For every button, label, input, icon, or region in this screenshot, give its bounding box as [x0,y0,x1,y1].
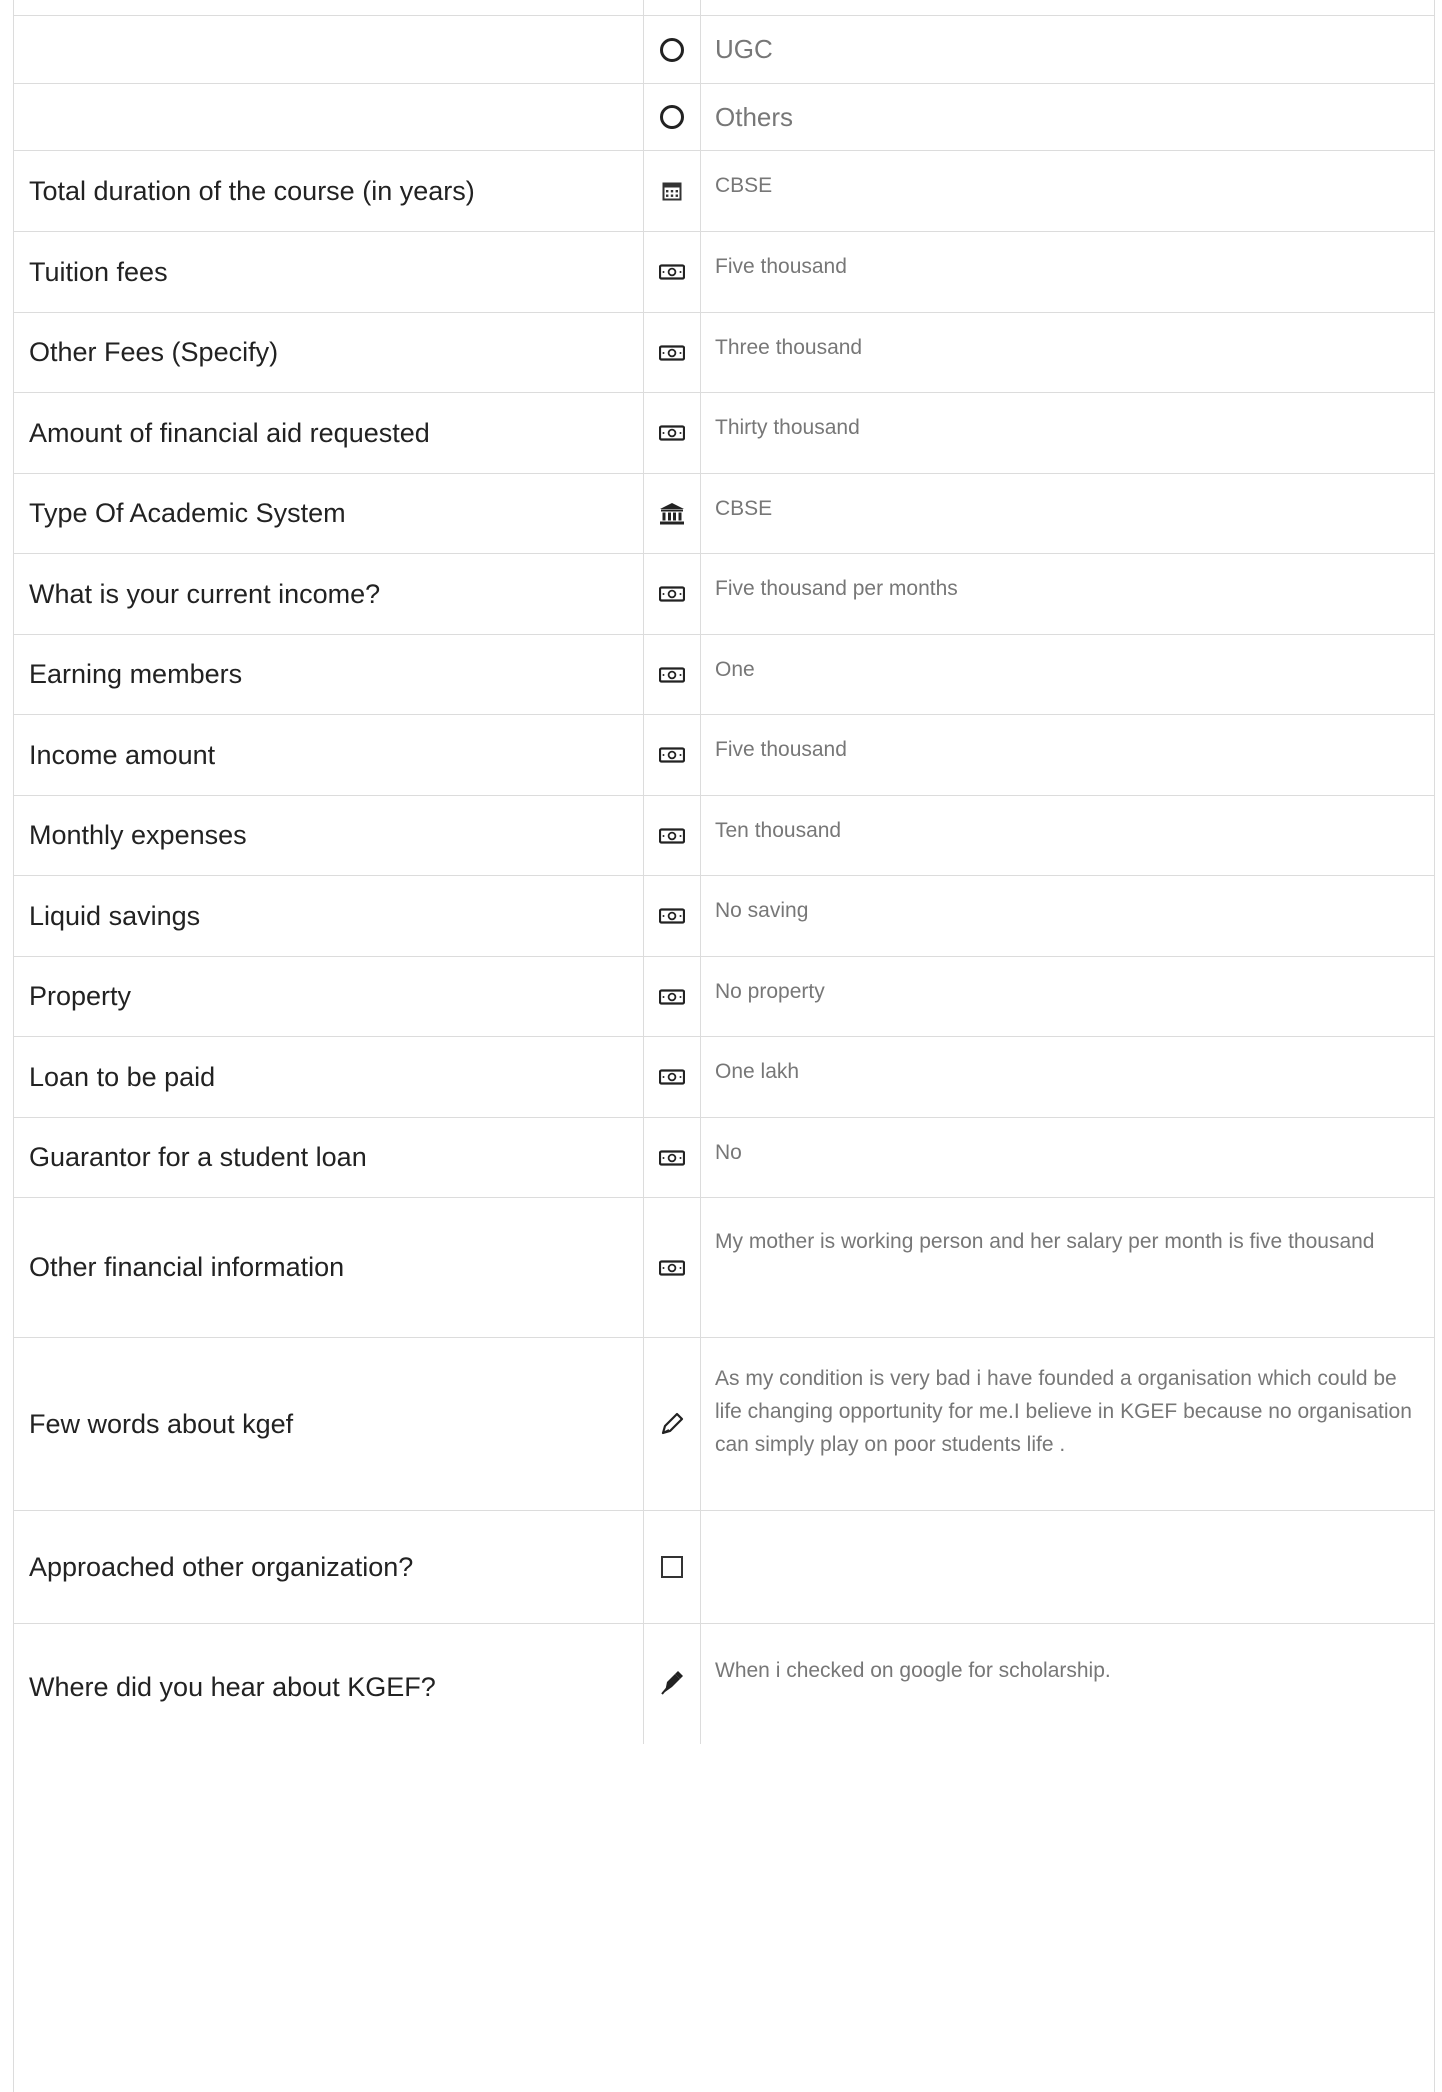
field-label: Loan to be paid [14,1037,644,1117]
field-value: Five thousand [715,738,847,761]
field-value: Ten thousand [715,819,842,842]
approached-other-org-checkbox[interactable] [661,1556,683,1578]
field-row-monthly-expenses: Monthly expenses Ten thousand [14,796,1434,876]
money-icon [644,232,701,312]
field-label: Earning members [14,635,644,714]
field-label: Where did you hear about KGEF? [14,1624,644,1744]
field-label: Monthly expenses [14,796,644,875]
field-row-other-fees: Other Fees (Specify) Three thousand [14,313,1434,393]
money-icon [644,1198,701,1337]
field-label: Property [14,957,644,1036]
field-row-approached-other-org: Approached other organization? [14,1511,1434,1624]
option-label: Others [715,101,794,132]
money-icon [644,554,701,634]
money-icon [644,715,701,795]
money-icon [644,1037,701,1117]
calendar-icon [644,151,701,231]
field-value: My mother is working person and her sala… [715,1230,1375,1253]
field-value: One [715,658,755,681]
field-value: CBSE [715,174,773,197]
money-icon [644,635,701,714]
field-value: No property [715,980,825,1003]
field-label: What is your current income? [14,554,644,634]
option-label: UGC [715,34,773,64]
field-row-property: Property No property [14,957,1434,1037]
radio-others[interactable] [660,105,684,129]
field-label: Few words about kgef [14,1338,644,1510]
field-value: No saving [715,899,809,922]
field-row-income-amount: Income amount Five thousand [14,715,1434,796]
field-row-liquid-savings: Liquid savings No saving [14,876,1434,957]
field-label: Other Fees (Specify) [14,313,644,392]
field-row-tuition-fees: Tuition fees Five thousand [14,232,1434,313]
field-value: Five thousand per months [715,577,958,600]
field-label: Income amount [14,715,644,795]
money-icon [644,796,701,875]
field-label: Liquid savings [14,876,644,956]
field-row-guarantor: Guarantor for a student loan No [14,1118,1434,1198]
field-value: One lakh [715,1060,800,1083]
field-row-academic-system: Type Of Academic System CBSE [14,474,1434,554]
field-row-loan-to-be-paid: Loan to be paid One lakh [14,1037,1434,1118]
field-value: When i checked on google for scholarship… [715,1659,1111,1682]
field-label: Other financial information [14,1198,644,1337]
field-value: CBSE [715,497,773,520]
field-label: Tuition fees [14,232,644,312]
institution-icon [644,474,701,553]
option-row-others[interactable]: Others [14,84,1434,151]
field-row-course-duration: Total duration of the course (in years) … [14,151,1434,232]
field-row-hear-about-kgef: Where did you hear about KGEF? When i ch… [14,1624,1434,1744]
money-icon [644,393,701,473]
field-row-current-income: What is your current income? Five thousa… [14,554,1434,635]
field-value: Five thousand [715,255,847,278]
field-value [701,1511,1434,1623]
money-icon [644,957,701,1036]
field-row-financial-aid: Amount of financial aid requested Thirty… [14,393,1434,474]
field-label: Total duration of the course (in years) [14,151,644,231]
pen-icon [644,1624,701,1744]
details-table: UGC Others Total duration of the course … [14,0,1434,1744]
pencil-icon [644,1338,701,1510]
form-panel: UGC Others Total duration of the course … [13,0,1435,2092]
money-icon [644,313,701,392]
field-value: Three thousand [715,336,863,359]
option-row-ugc[interactable]: UGC [14,16,1434,84]
field-label: Type Of Academic System [14,474,644,553]
money-icon [644,1118,701,1197]
radio-ugc[interactable] [660,37,684,62]
field-label: Approached other organization? [14,1511,644,1623]
field-value: As my condition is very bad i have found… [715,1367,1412,1456]
field-label: Amount of financial aid requested [14,393,644,473]
field-row-earning-members: Earning members One [14,635,1434,715]
money-icon [644,876,701,956]
field-row-few-words-kgef: Few words about kgef As my condition is … [14,1338,1434,1511]
table-top-spacer [14,0,1434,16]
field-label: Guarantor for a student loan [14,1118,644,1197]
field-value: Thirty thousand [715,416,860,439]
field-row-other-financial-info: Other financial information My mother is… [14,1198,1434,1338]
field-value: No [715,1141,742,1164]
